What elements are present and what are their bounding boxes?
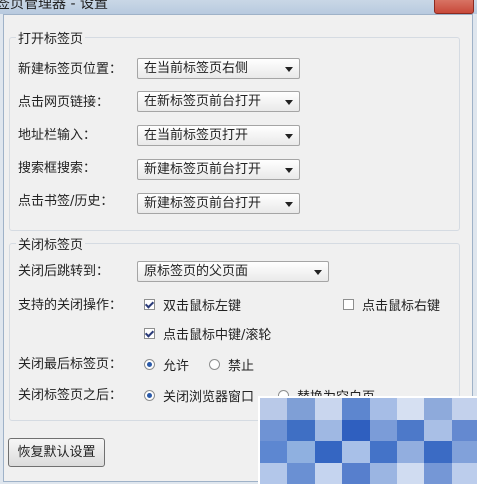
search-box-label: 搜索框搜索： [18, 161, 97, 176]
search-box-select[interactable]: 新建标签页前台打开 [137, 159, 300, 180]
new-tab-position-label: 新建标签页位置： [18, 62, 123, 77]
double-click-checkbox[interactable] [144, 299, 155, 310]
title-bar[interactable]: 签页管理器 - 设置 [0, 0, 477, 14]
chevron-down-icon [285, 202, 293, 207]
bookmark-history-label: 点击书签/历史： [18, 194, 114, 209]
address-bar-value: 在当前标签页打开 [144, 128, 249, 143]
address-bar-label: 地址栏输入： [18, 128, 97, 143]
chevron-down-icon [285, 134, 293, 139]
link-click-select[interactable]: 在新标签页前台打开 [137, 91, 300, 112]
reset-defaults-button[interactable]: 恢复默认设置 [8, 438, 105, 467]
new-tab-position-value: 在当前标签页右侧 [144, 61, 249, 76]
address-bar-select[interactable]: 在当前标签页打开 [137, 125, 300, 146]
right-click-checkbox[interactable] [343, 299, 354, 310]
bookmark-history-select[interactable]: 新建标签页前台打开 [137, 193, 300, 214]
jump-after-close-value: 原标签页的父页面 [144, 264, 249, 279]
open-tabs-group: 打开标签页 新建标签页位置： 在当前标签页右侧 点击网页链接： 在新标签页前台打… [9, 28, 460, 231]
close-button[interactable] [434, 0, 474, 14]
open-tabs-group-title: 打开标签页 [16, 28, 86, 47]
close-browser-radio[interactable] [144, 390, 155, 401]
window-title: 签页管理器 - 设置 [0, 0, 108, 12]
new-tab-position-select[interactable]: 在当前标签页右侧 [137, 58, 300, 79]
chevron-down-icon [285, 168, 293, 173]
bookmark-history-value: 新建标签页前台打开 [144, 196, 262, 211]
jump-after-close-select[interactable]: 原标签页的父页面 [137, 261, 329, 282]
forbid-label[interactable]: 禁止 [228, 355, 254, 374]
chevron-down-icon [314, 270, 322, 275]
jump-after-close-label: 关闭后跳转到： [18, 264, 110, 279]
middle-click-label[interactable]: 点击鼠标中键/滚轮 [163, 324, 271, 343]
after-close-label: 关闭标签页之后： [18, 388, 123, 403]
close-ops-label: 支持的关闭操作： [18, 298, 123, 313]
chevron-down-icon [285, 67, 293, 72]
last-tab-label: 关闭最后标签页： [18, 357, 123, 372]
link-click-label: 点击网页链接： [18, 95, 110, 110]
chevron-down-icon [285, 100, 293, 105]
right-click-label[interactable]: 点击鼠标右键 [362, 295, 440, 314]
link-click-value: 在新标签页前台打开 [144, 94, 262, 109]
middle-click-checkbox[interactable] [144, 328, 155, 339]
allow-radio[interactable] [144, 359, 155, 370]
double-click-label[interactable]: 双击鼠标左键 [163, 295, 241, 314]
pixelated-overlay [258, 396, 477, 484]
allow-label[interactable]: 允许 [163, 355, 189, 374]
search-box-value: 新建标签页前台打开 [144, 162, 262, 177]
close-browser-label[interactable]: 关闭浏览器窗口 [163, 386, 254, 405]
close-tabs-group: 关闭标签页 关闭后跳转到： 原标签页的父页面 支持的关闭操作： 双击鼠标左键 点… [9, 234, 460, 421]
close-tabs-group-title: 关闭标签页 [16, 234, 86, 253]
forbid-radio[interactable] [209, 359, 220, 370]
